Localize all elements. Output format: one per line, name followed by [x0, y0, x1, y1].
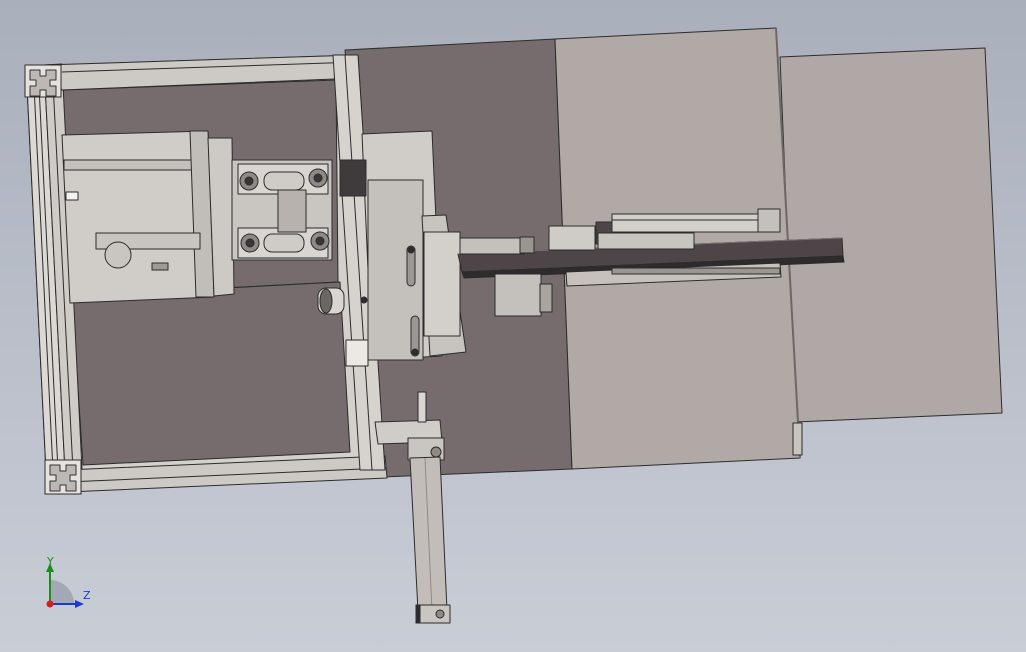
- model-scene[interactable]: [0, 0, 1026, 652]
- bearing-shaft[interactable]: [277, 189, 307, 233]
- cad-viewport[interactable]: Y Z: [0, 0, 1026, 652]
- rail-block-1[interactable]: [459, 237, 525, 255]
- frame-cavity-bottom: [71, 281, 351, 466]
- cylinder-end-cap[interactable]: [415, 604, 451, 624]
- piston-rod[interactable]: [417, 391, 427, 423]
- axis-z-label: Z: [83, 589, 91, 602]
- plate-end-bracket: [792, 422, 803, 456]
- rail-block-3[interactable]: [597, 232, 695, 250]
- link-arm-pivot[interactable]: [104, 241, 132, 269]
- axis-y-label: Y: [47, 555, 54, 568]
- mount-block-slot: [65, 191, 79, 201]
- x-axis-dot: [46, 600, 54, 608]
- extension-plate[interactable]: [779, 47, 1003, 423]
- rail-block-2[interactable]: [548, 225, 596, 251]
- axis-triad: [46, 563, 84, 608]
- stop-block[interactable]: [494, 273, 542, 317]
